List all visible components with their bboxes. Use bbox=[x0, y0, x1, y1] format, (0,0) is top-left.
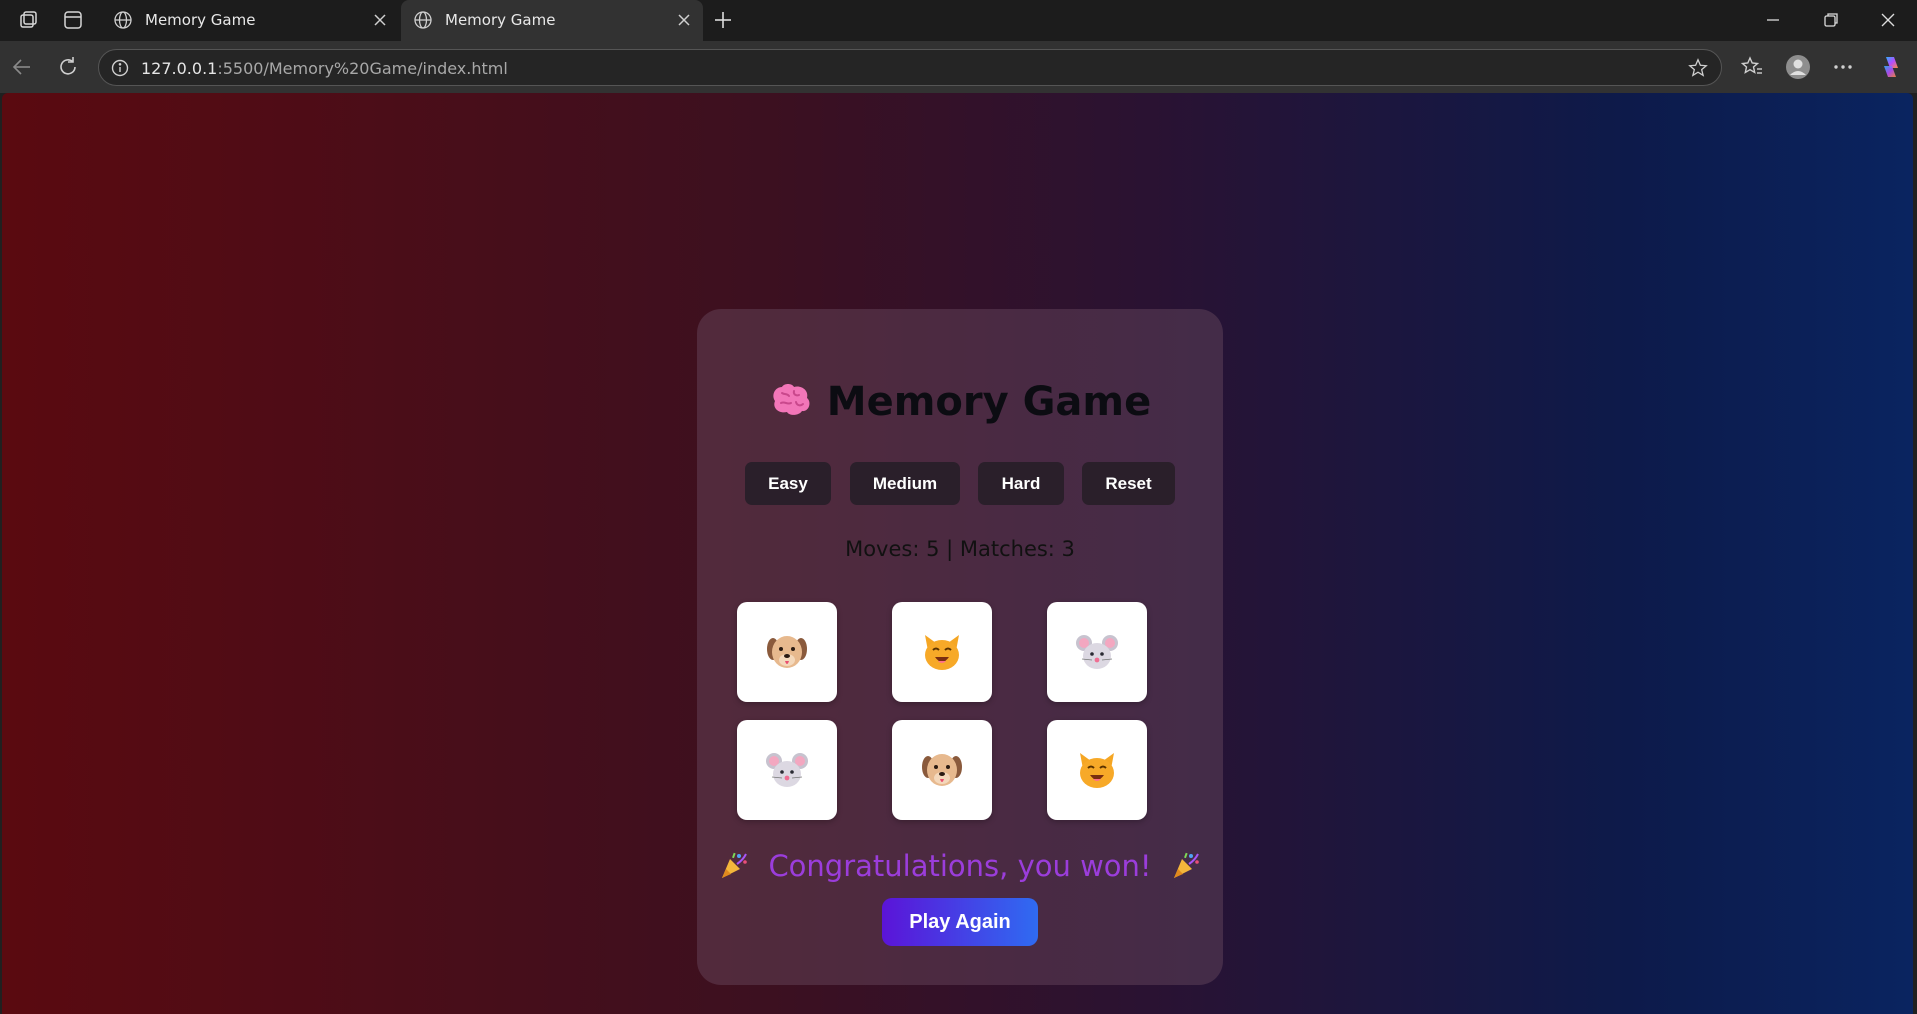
browser-title-bar: Memory Game Memory Game bbox=[0, 0, 1917, 41]
tab-title: Memory Game bbox=[145, 11, 256, 29]
browser-toolbar: 127.0.0.1:5500/Memory%20Game/index.html bbox=[0, 41, 1917, 93]
party-popper-icon bbox=[722, 852, 748, 878]
url-host: 127.0.0.1 bbox=[141, 59, 218, 78]
url-text[interactable]: 127.0.0.1:5500/Memory%20Game/index.html bbox=[141, 59, 508, 78]
more-options-icon[interactable] bbox=[1830, 54, 1856, 80]
memory-card[interactable] bbox=[892, 602, 992, 702]
page-viewport: Memory Game Easy Medium Hard Reset Moves… bbox=[2, 93, 1913, 1014]
globe-icon bbox=[414, 11, 432, 29]
tab-memory-game-2[interactable]: Memory Game bbox=[401, 0, 703, 41]
workspaces-icon[interactable] bbox=[18, 9, 40, 31]
memory-card[interactable] bbox=[892, 720, 992, 820]
mouse-face-icon bbox=[1076, 635, 1118, 669]
moves-matches-stats: Moves: 5 | Matches: 3 bbox=[845, 537, 1075, 561]
close-tab-icon[interactable] bbox=[371, 11, 389, 29]
memory-card[interactable] bbox=[1047, 602, 1147, 702]
profile-avatar-icon[interactable] bbox=[1785, 54, 1811, 80]
mouse-face-icon bbox=[766, 753, 808, 787]
url-path: :5500/Memory%20Game/index.html bbox=[217, 59, 508, 78]
game-card: Memory Game Easy Medium Hard Reset Moves… bbox=[697, 309, 1223, 985]
site-info-icon[interactable] bbox=[110, 58, 130, 78]
memory-card[interactable] bbox=[1047, 720, 1147, 820]
tab-memory-game-1[interactable]: Memory Game bbox=[101, 0, 399, 41]
globe-icon bbox=[114, 11, 132, 29]
dog-face-icon bbox=[767, 636, 807, 668]
dog-face-icon bbox=[922, 754, 962, 786]
address-bar[interactable]: 127.0.0.1:5500/Memory%20Game/index.html bbox=[98, 49, 1722, 86]
cat-face-icon bbox=[925, 635, 959, 670]
tab-actions-icon[interactable] bbox=[62, 9, 84, 31]
minimize-icon[interactable] bbox=[1761, 8, 1785, 32]
win-message: Congratulations, you won! bbox=[697, 849, 1223, 883]
cat-face-icon bbox=[1080, 753, 1114, 788]
medium-button[interactable]: Medium bbox=[850, 462, 960, 505]
favorites-icon[interactable] bbox=[1739, 54, 1765, 80]
copilot-icon[interactable] bbox=[1878, 54, 1904, 80]
game-title-text: Memory Game bbox=[826, 379, 1152, 425]
hard-button[interactable]: Hard bbox=[978, 462, 1064, 505]
memory-card[interactable] bbox=[737, 602, 837, 702]
restore-icon[interactable] bbox=[1819, 8, 1843, 32]
favorite-star-icon[interactable] bbox=[1687, 57, 1709, 79]
play-again-button[interactable]: Play Again bbox=[882, 898, 1038, 946]
memory-card[interactable] bbox=[737, 720, 837, 820]
new-tab-icon[interactable] bbox=[711, 8, 735, 32]
party-popper-icon bbox=[1173, 852, 1199, 878]
close-window-icon[interactable] bbox=[1876, 8, 1900, 32]
game-title: Memory Game bbox=[697, 379, 1223, 425]
reload-icon[interactable] bbox=[56, 55, 80, 79]
close-tab-icon[interactable] bbox=[675, 11, 693, 29]
reset-button[interactable]: Reset bbox=[1082, 462, 1175, 505]
easy-button[interactable]: Easy bbox=[745, 462, 831, 505]
back-arrow-icon[interactable] bbox=[10, 55, 34, 79]
brain-icon bbox=[773, 384, 810, 415]
win-message-text: Congratulations, you won! bbox=[768, 849, 1152, 883]
tab-title: Memory Game bbox=[445, 11, 556, 29]
